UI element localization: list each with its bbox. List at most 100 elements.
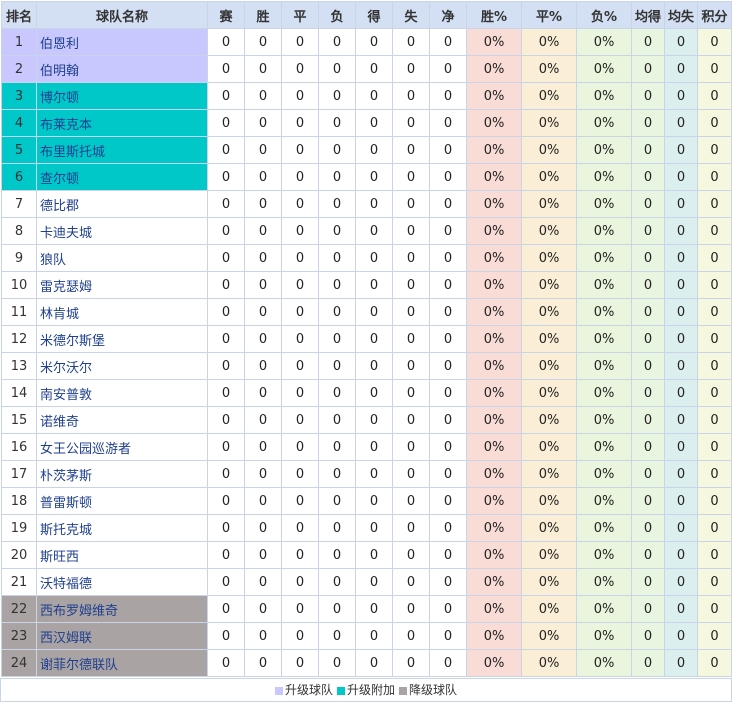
played-cell: 0 <box>207 82 245 110</box>
team-name-cell[interactable]: 斯托克城 <box>36 514 208 542</box>
loss-cell: 0 <box>318 460 356 488</box>
team-name-cell[interactable]: 德比郡 <box>36 190 208 218</box>
team-name-cell[interactable]: 米尔沃尔 <box>36 352 208 380</box>
draw-pct-cell: 0% <box>521 568 577 596</box>
win-pct-cell: 0% <box>466 163 522 191</box>
rank-cell: 18 <box>1 487 37 515</box>
avg-for-cell: 0 <box>631 649 665 677</box>
team-name-cell[interactable]: 狼队 <box>36 244 208 272</box>
header-loss[interactable]: 负 <box>318 1 356 29</box>
team-name-cell[interactable]: 朴茨茅斯 <box>36 460 208 488</box>
team-name-cell[interactable]: 伯明翰 <box>36 55 208 83</box>
goals-for-cell: 0 <box>355 379 393 407</box>
points-cell: 0 <box>697 190 732 218</box>
draw-pct-cell: 0% <box>521 514 577 542</box>
win-cell: 0 <box>244 406 282 434</box>
goals-for-cell: 0 <box>355 649 393 677</box>
team-name-cell[interactable]: 伯恩利 <box>36 28 208 56</box>
team-name-cell[interactable]: 查尔顿 <box>36 163 208 191</box>
standings-table: 排名 球队名称赛胜平负得失净胜% 平% 负% 均得 均失 积分 1 伯恩利 0 0 0 0 0 0 0 0% 0… <box>1 1 732 677</box>
legend-swatch-icon <box>274 686 283 695</box>
team-name-cell[interactable]: 博尔顿 <box>36 82 208 110</box>
draw-pct-cell: 0% <box>521 217 577 245</box>
table-row: 20 斯旺西 0 0 0 0 0 0 0 0% 0% 0% 0 0 0 <box>1 541 732 569</box>
draw-cell: 0 <box>281 379 319 407</box>
team-name-cell[interactable]: 诺维奇 <box>36 406 208 434</box>
header-draw-pct[interactable]: 平% <box>521 1 577 29</box>
played-cell: 0 <box>207 109 245 137</box>
draw-pct-cell: 0% <box>521 109 577 137</box>
loss-cell: 0 <box>318 568 356 596</box>
win-cell: 0 <box>244 622 282 650</box>
legend-item-playoff: 升级附加 <box>336 679 395 701</box>
avg-against-cell: 0 <box>664 649 698 677</box>
rank-cell: 19 <box>1 514 37 542</box>
team-name-cell[interactable]: 西布罗姆维奇 <box>36 595 208 623</box>
team-name-cell[interactable]: 西汉姆联 <box>36 622 208 650</box>
draw-cell: 0 <box>281 217 319 245</box>
header-goal-diff[interactable]: 净 <box>429 1 467 29</box>
goals-for-cell: 0 <box>355 460 393 488</box>
goals-for-cell: 0 <box>355 568 393 596</box>
team-name-cell[interactable]: 布里斯托城 <box>36 136 208 164</box>
win-pct-cell: 0% <box>466 379 522 407</box>
avg-against-cell: 0 <box>664 217 698 245</box>
draw-cell: 0 <box>281 514 319 542</box>
avg-for-cell: 0 <box>631 595 665 623</box>
header-team-name[interactable]: 球队名称 <box>36 1 208 29</box>
loss-cell: 0 <box>318 217 356 245</box>
goals-against-cell: 0 <box>392 325 430 353</box>
header-played[interactable]: 赛 <box>207 1 245 29</box>
loss-cell: 0 <box>318 649 356 677</box>
points-cell: 0 <box>697 595 732 623</box>
header-rank[interactable]: 排名 <box>1 1 37 29</box>
header-win[interactable]: 胜 <box>244 1 282 29</box>
loss-pct-cell: 0% <box>576 541 632 569</box>
avg-for-cell: 0 <box>631 190 665 218</box>
table-row: 22 西布罗姆维奇 0 0 0 0 0 0 0 0% 0% 0% 0 0 0 <box>1 595 732 623</box>
rank-cell: 11 <box>1 298 37 326</box>
team-name-cell[interactable]: 林肯城 <box>36 298 208 326</box>
draw-cell: 0 <box>281 82 319 110</box>
points-cell: 0 <box>697 244 732 272</box>
team-name-cell[interactable]: 雷克瑟姆 <box>36 271 208 299</box>
team-name-cell[interactable]: 米德尔斯堡 <box>36 325 208 353</box>
team-name-cell[interactable]: 南安普敦 <box>36 379 208 407</box>
goal-diff-cell: 0 <box>429 622 467 650</box>
rank-cell: 10 <box>1 271 37 299</box>
team-name-cell[interactable]: 沃特福德 <box>36 568 208 596</box>
goals-for-cell: 0 <box>355 109 393 137</box>
draw-pct-cell: 0% <box>521 352 577 380</box>
header-avg-for[interactable]: 均得 <box>631 1 665 29</box>
header-win-pct[interactable]: 胜% <box>466 1 522 29</box>
goals-against-cell: 0 <box>392 163 430 191</box>
team-name-cell[interactable]: 斯旺西 <box>36 541 208 569</box>
rank-cell: 1 <box>1 28 37 56</box>
header-points[interactable]: 积分 <box>697 1 732 29</box>
avg-for-cell: 0 <box>631 379 665 407</box>
table-row: 17 朴茨茅斯 0 0 0 0 0 0 0 0% 0% 0% 0 0 0 <box>1 460 732 488</box>
header-goals-against[interactable]: 失 <box>392 1 430 29</box>
team-name-cell[interactable]: 普雷斯顿 <box>36 487 208 515</box>
goals-for-cell: 0 <box>355 595 393 623</box>
team-name-cell[interactable]: 谢菲尔德联队 <box>36 649 208 677</box>
table-row: 2 伯明翰 0 0 0 0 0 0 0 0% 0% 0% 0 0 0 <box>1 55 732 83</box>
goal-diff-cell: 0 <box>429 109 467 137</box>
header-goals-for[interactable]: 得 <box>355 1 393 29</box>
avg-for-cell: 0 <box>631 460 665 488</box>
goals-against-cell: 0 <box>392 271 430 299</box>
avg-against-cell: 0 <box>664 136 698 164</box>
win-pct-cell: 0% <box>466 487 522 515</box>
team-name-cell[interactable]: 卡迪夫城 <box>36 217 208 245</box>
header-loss-pct[interactable]: 负% <box>576 1 632 29</box>
win-pct-cell: 0% <box>466 514 522 542</box>
draw-cell: 0 <box>281 460 319 488</box>
team-name-cell[interactable]: 布莱克本 <box>36 109 208 137</box>
goals-against-cell: 0 <box>392 622 430 650</box>
goals-for-cell: 0 <box>355 622 393 650</box>
played-cell: 0 <box>207 568 245 596</box>
team-name-cell[interactable]: 女王公园巡游者 <box>36 433 208 461</box>
header-draw[interactable]: 平 <box>281 1 319 29</box>
avg-against-cell: 0 <box>664 514 698 542</box>
header-avg-against[interactable]: 均失 <box>664 1 698 29</box>
